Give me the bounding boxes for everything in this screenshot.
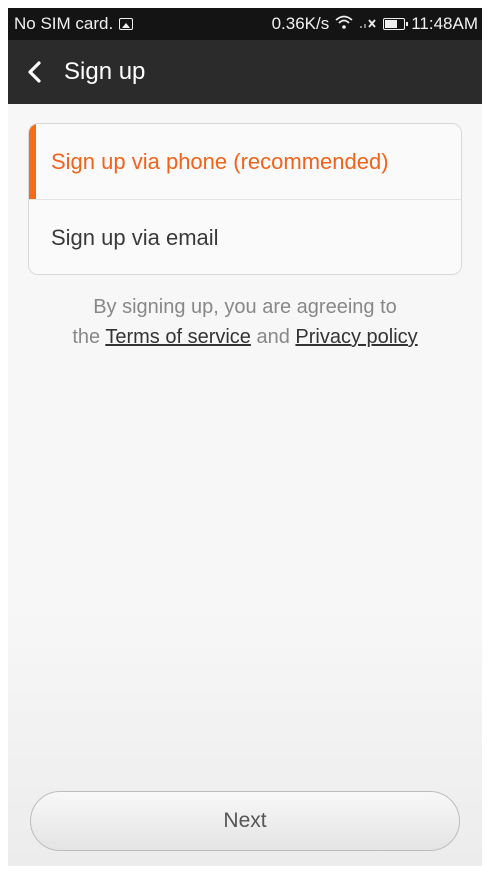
signup-via-email-label: Sign up via email [51,224,219,250]
wifi-icon [335,14,353,34]
network-speed: 0.36K/s [271,14,330,33]
chevron-left-icon[interactable] [26,57,50,87]
terms-line-1: By signing up, you are agreeing to [93,296,397,318]
privacy-policy-link[interactable]: Privacy policy [295,326,417,348]
title-bar: Sign up [8,40,482,104]
signal-icon [359,14,377,34]
carrier-text: No SIM card. [14,14,114,33]
status-bar-left: No SIM card. [14,14,134,34]
signup-options-card: Sign up via phone (recommended) Sign up … [28,123,462,275]
next-button-label: Next [223,809,267,832]
terms-notice: By signing up, you are agreeing to the T… [8,292,482,352]
signup-via-phone-option[interactable]: Sign up via phone (recommended) [29,124,461,199]
battery-icon [383,18,409,30]
terms-and: and [256,326,290,348]
signup-via-email-option[interactable]: Sign up via email [29,200,461,274]
screen: No SIM card. 0.36K/s 11:48AM Sign up Sig… [8,8,482,866]
page-title: Sign up [64,58,146,85]
status-bar: No SIM card. 0.36K/s 11:48AM [8,8,482,40]
status-bar-right: 0.36K/s 11:48AM [272,14,478,34]
terms-of-service-link[interactable]: Terms of service [105,326,251,348]
next-button[interactable]: Next [30,791,460,851]
image-notification-icon [119,18,134,30]
clock: 11:48AM [411,14,478,33]
signup-via-phone-label: Sign up via phone (recommended) [51,148,389,174]
terms-prefix: the [72,326,101,348]
terms-line-2: the Terms of service and Privacy policy [8,322,482,352]
